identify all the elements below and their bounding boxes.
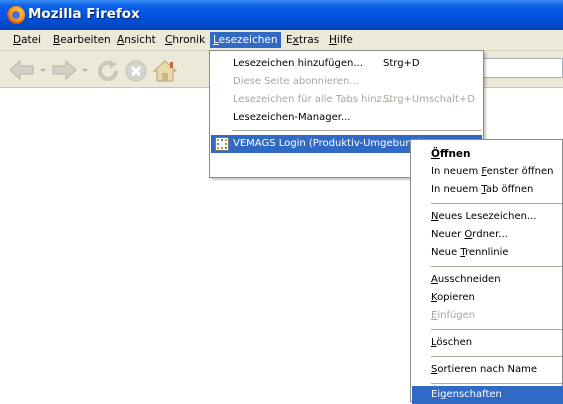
- context-new-separator[interactable]: Neue Trennlinie: [412, 244, 563, 262]
- home-icon[interactable]: [152, 59, 178, 83]
- reload-icon[interactable]: [96, 59, 120, 83]
- menu-lesezeichen[interactable]: Lesezeichen: [210, 32, 281, 48]
- menu-datei[interactable]: Datei: [10, 32, 44, 48]
- context-open-new-tab[interactable]: In neuem Tab öffnen: [412, 181, 563, 199]
- context-item-label: Eigenschaften: [431, 389, 502, 400]
- menu-separator: [431, 203, 562, 204]
- context-cut[interactable]: Ausschneiden: [412, 271, 563, 289]
- menu-item-shortcut: Strg+D: [383, 58, 420, 69]
- menu-item-bookmark-manager[interactable]: Lesezeichen-Manager...: [211, 109, 482, 127]
- menu-separator: [431, 383, 562, 384]
- forward-dropdown-icon[interactable]: [82, 69, 88, 72]
- window-title: Mozilla Firefox: [28, 6, 140, 22]
- menu-hilfe[interactable]: Hilfe: [326, 32, 356, 48]
- context-item-label: In neuem Tab öffnen: [431, 184, 534, 195]
- context-new-folder[interactable]: Neuer Ordner...: [412, 226, 563, 244]
- context-item-label: Sortieren nach Name: [431, 364, 537, 375]
- context-item-label: Neue Trennlinie: [431, 247, 509, 258]
- context-properties[interactable]: Eigenschaften: [412, 386, 563, 404]
- menu-item-label: Lesezeichen-Manager...: [233, 112, 351, 123]
- context-item-label: Neues Lesezeichen...: [431, 211, 537, 222]
- menu-ansicht[interactable]: Ansicht: [114, 32, 159, 48]
- context-item-label: Einfügen: [431, 310, 476, 321]
- context-copy[interactable]: Kopieren: [412, 289, 563, 307]
- context-item-label: In neuem Fenster öffnen: [431, 166, 554, 177]
- context-paste: Einfügen: [412, 307, 563, 325]
- menu-item-bookmark-add[interactable]: Lesezeichen hinzufügen... Strg+D: [211, 55, 482, 73]
- bookmark-context-menu: Öffnen In neuem Fenster öffnen In neuem …: [410, 139, 563, 404]
- menu-extras[interactable]: Extras: [283, 32, 322, 48]
- context-item-label: Neuer Ordner...: [431, 229, 508, 240]
- menu-item-label: Lesezeichen hinzufügen...: [233, 58, 363, 69]
- context-open-new-window[interactable]: In neuem Fenster öffnen: [412, 163, 563, 181]
- context-sort-by-name[interactable]: Sortieren nach Name: [412, 361, 563, 379]
- menu-item-bookmark-all-tabs: Lesezeichen für alle Tabs hinz... Strg+U…: [211, 91, 482, 109]
- menu-bearbeiten[interactable]: Bearbeiten: [50, 32, 114, 48]
- context-delete[interactable]: Löschen: [412, 334, 563, 352]
- context-item-label: Löschen: [431, 337, 473, 348]
- menu-item-shortcut: Strg+Umschalt+D: [383, 94, 475, 105]
- context-item-label: Öffnen: [431, 148, 471, 160]
- menu-item-label: Diese Seite abonnieren...: [233, 76, 359, 87]
- stop-icon[interactable]: [124, 59, 148, 83]
- title-bar: Mozilla Firefox: [0, 0, 563, 30]
- menu-item-subscribe-page: Diese Seite abonnieren...: [211, 73, 482, 91]
- context-new-bookmark[interactable]: Neues Lesezeichen...: [412, 208, 563, 226]
- menu-item-label: Lesezeichen für alle Tabs hinz...: [233, 94, 392, 105]
- menu-chronik[interactable]: Chronik: [162, 32, 208, 48]
- menu-bar: Datei Bearbeiten Ansicht Chronik Lesezei…: [0, 30, 563, 51]
- forward-arrow-icon[interactable]: [50, 59, 78, 81]
- context-open[interactable]: Öffnen: [412, 145, 563, 163]
- menu-separator: [431, 356, 562, 357]
- firefox-logo-icon: [7, 6, 25, 24]
- menu-separator: [431, 266, 562, 267]
- menu-separator: [431, 329, 562, 330]
- back-dropdown-icon[interactable]: [40, 69, 46, 72]
- back-arrow-icon[interactable]: [8, 59, 36, 81]
- context-item-label: Kopieren: [431, 292, 475, 303]
- context-item-label: Ausschneiden: [431, 274, 501, 285]
- bookmark-favicon-icon: [215, 137, 229, 151]
- menu-separator: [232, 130, 481, 131]
- bookmark-label: VEMAGS Login (Produktiv-Umgebung): [233, 138, 422, 149]
